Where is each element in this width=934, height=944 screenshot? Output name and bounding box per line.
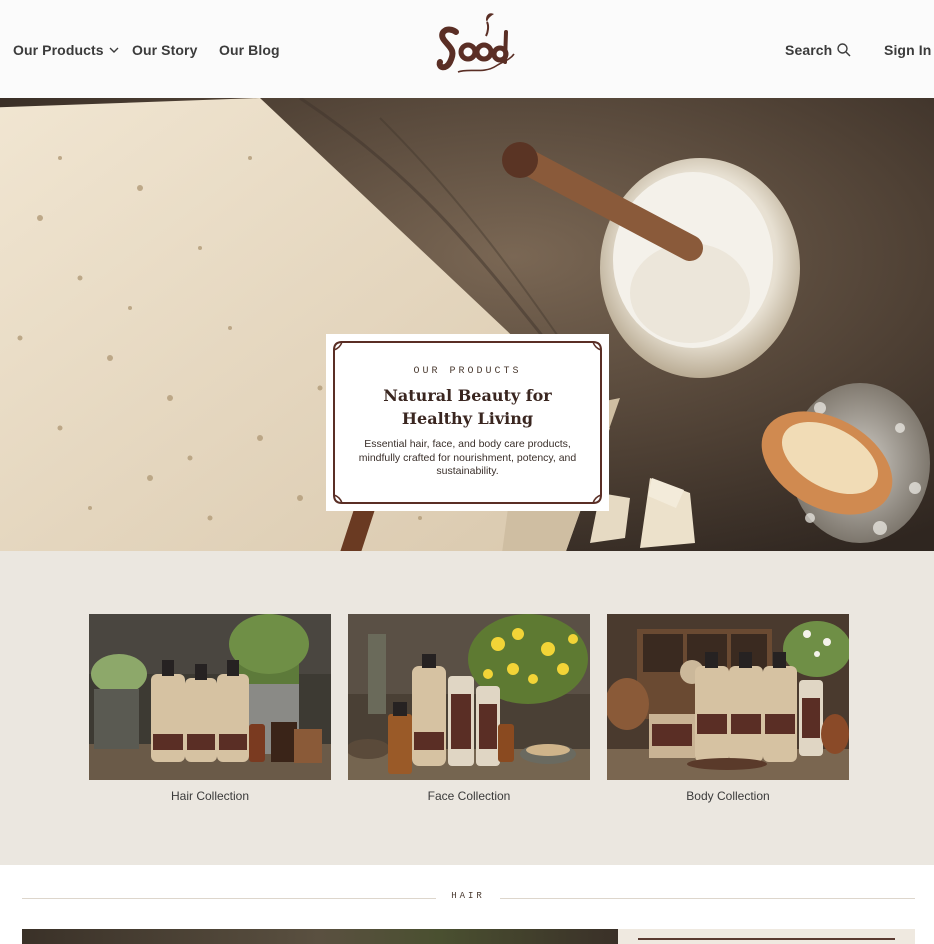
nav-our-products[interactable]: Our Products [13,42,119,58]
hair-section-title: HAIR [451,891,485,901]
hero-description: Essential hair, face, and body care prod… [358,438,577,477]
nav-our-blog[interactable]: Our Blog [219,42,280,58]
body-collection-image[interactable] [607,614,849,780]
sign-in-link[interactable]: Sign In [884,42,931,58]
hair-collection-image[interactable] [89,614,331,780]
hero-title-line1: Natural Beauty for [383,386,552,405]
collection-card-hair[interactable]: Hair Collection [89,614,331,803]
collection-card-face[interactable]: Face Collection [348,614,590,803]
body-collection-label[interactable]: Body Collection [607,789,849,803]
chevron-down-icon [109,47,119,53]
hair-feature-panel [618,929,915,944]
sign-in-label: Sign In [884,42,932,58]
hero-card-frame: OUR PRODUCTS Natural Beauty for Healthy … [332,340,603,505]
face-collection-label[interactable]: Face Collection [348,789,590,803]
hero-banner: OUR PRODUCTS Natural Beauty for Healthy … [0,98,934,551]
search-icon [837,43,851,57]
hair-feature-frame [638,938,895,941]
hero-eyebrow: OUR PRODUCTS [413,366,522,377]
collections-section: Hair Collection Face Collection Body Col… [0,551,934,865]
site-header: Our Products Our Story Our Blog Search S… [0,0,934,98]
hair-collection-label[interactable]: Hair Collection [89,789,331,803]
collection-card-body[interactable]: Body Collection [607,614,849,803]
nav-our-story-label: Our Story [132,42,198,58]
nav-our-blog-label: Our Blog [219,42,280,58]
hero-card: OUR PRODUCTS Natural Beauty for Healthy … [326,334,609,511]
brand-logo[interactable] [434,10,518,84]
hair-section: HAIR [0,865,934,944]
section-divider-left [22,898,436,899]
section-divider-right [500,898,915,899]
search-label: Search [785,42,833,58]
nav-our-products-label: Our Products [13,42,104,58]
nav-our-story[interactable]: Our Story [132,42,197,58]
hero-title: Natural Beauty for Healthy Living [342,384,593,430]
hair-feature-image[interactable] [22,929,618,944]
face-collection-image[interactable] [348,614,590,780]
hero-title-line2: Healthy Living [401,409,534,428]
search-button[interactable]: Search [785,42,851,58]
